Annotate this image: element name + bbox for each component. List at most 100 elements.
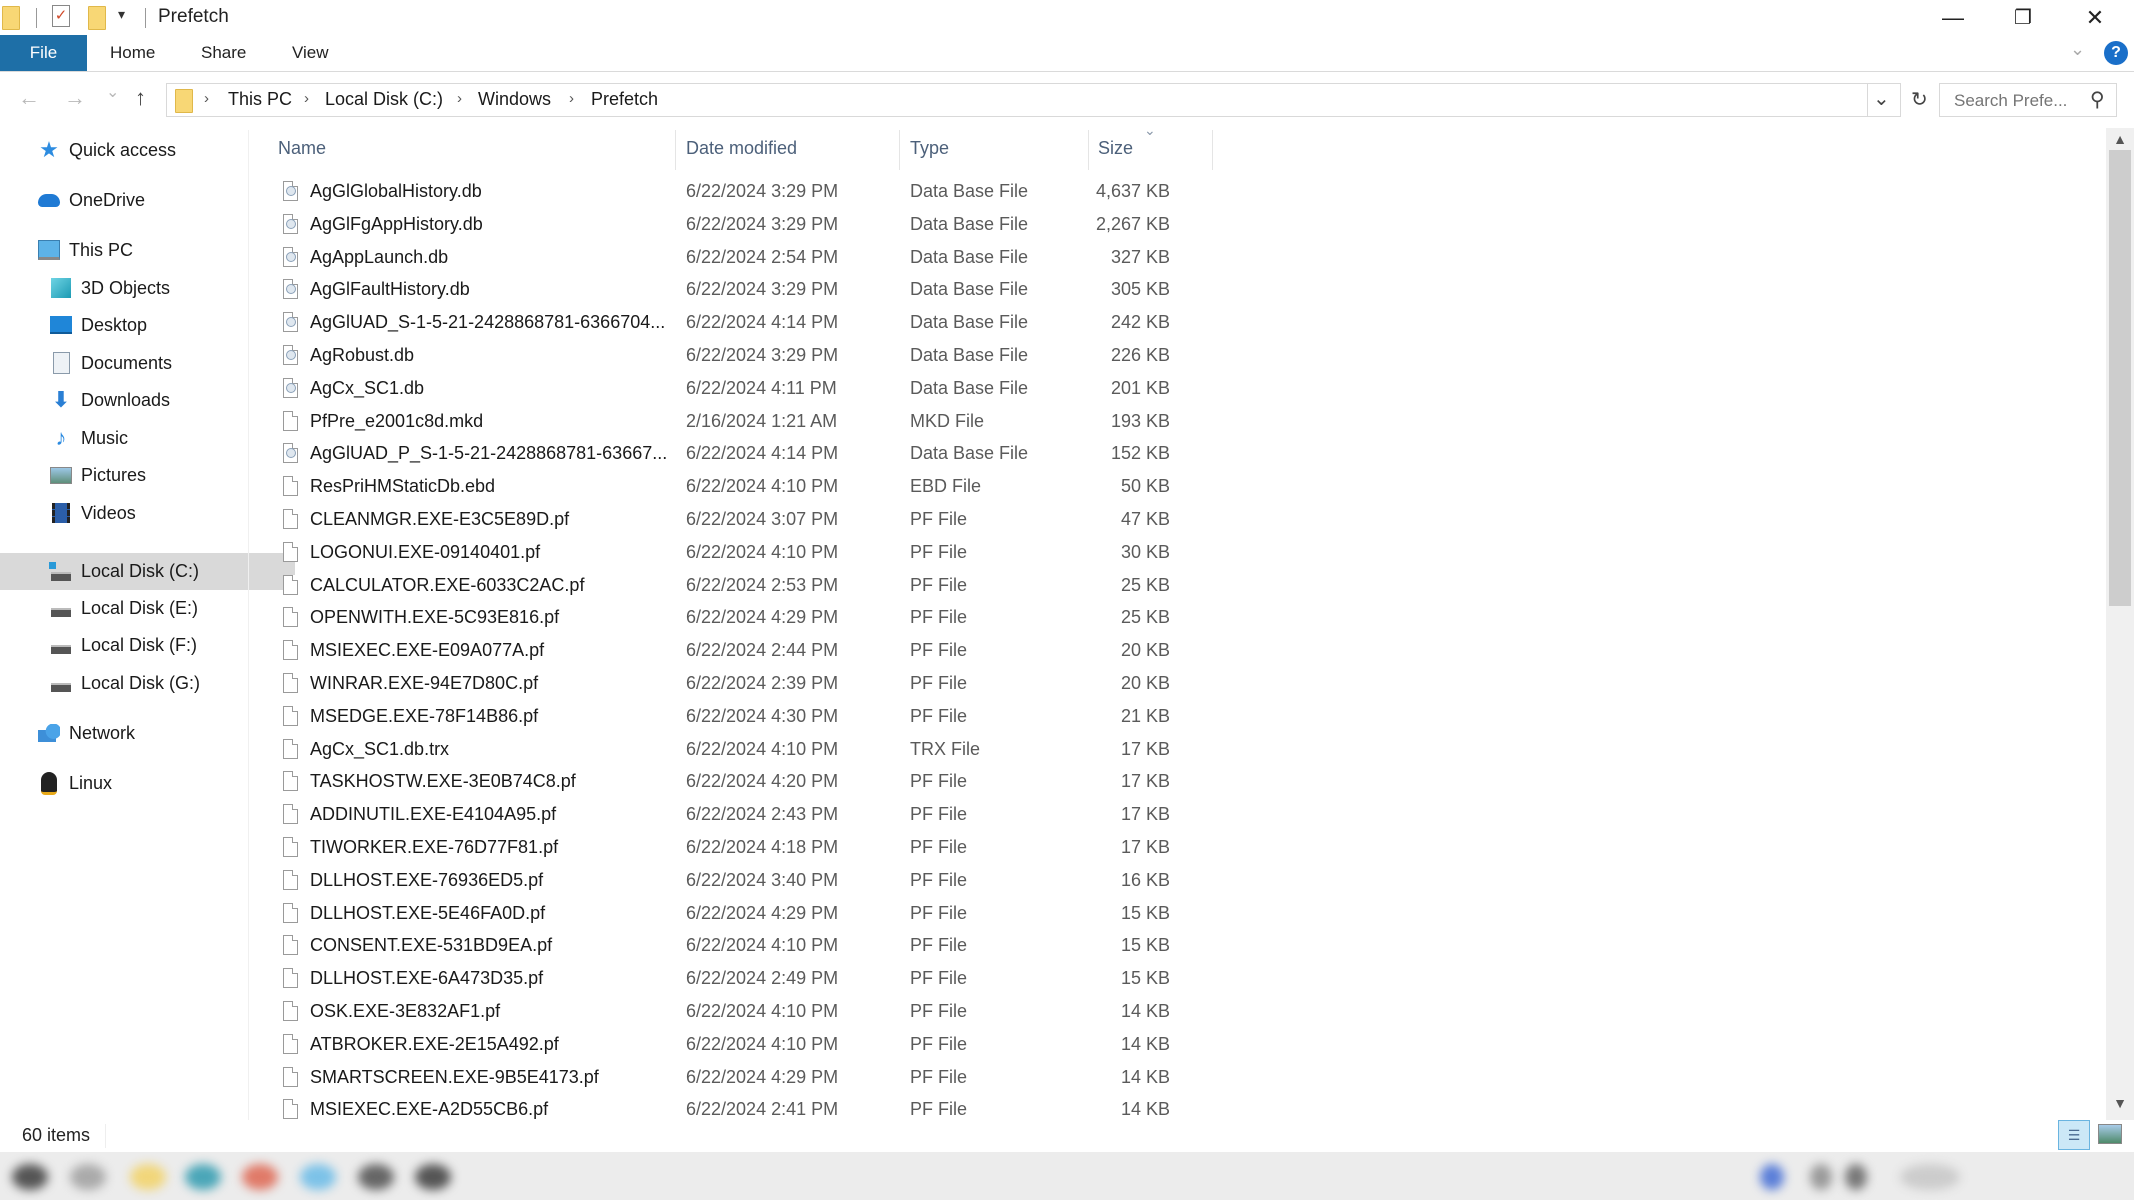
sidebar-item-3d-objects[interactable]: 3D Objects [0, 270, 295, 306]
breadcrumb-separator[interactable]: › [457, 90, 462, 107]
breadcrumb-local-disk-c[interactable]: Local Disk (C:) [325, 89, 443, 110]
search-input[interactable] [1940, 84, 2096, 118]
file-row[interactable]: PfPre_e2001c8d.mkd 2/16/2024 1:21 AM MKD F… [270, 406, 1210, 439]
tray-icon[interactable] [1845, 1164, 1867, 1190]
taskbar-icon[interactable] [242, 1164, 278, 1190]
file-row[interactable]: AgRobust.db 6/22/2024 3:29 PM Data Base Fi… [270, 340, 1210, 373]
properties-checkmark-icon[interactable]: ✓ [52, 5, 70, 27]
taskbar-icon[interactable] [70, 1164, 106, 1190]
sidebar-item-quick-access[interactable]: ★ Quick access [0, 132, 283, 168]
address-dropdown-button[interactable]: ⌄ [1873, 86, 1890, 111]
file-row[interactable]: AgGlUAD_S-1-5-21-2428868781-6366704... 6/… [270, 307, 1210, 340]
file-row[interactable]: AgCx_SC1.db.trx 6/22/2024 4:10 PM TRX File… [270, 734, 1210, 767]
scroll-up-button[interactable]: ▲ [2106, 128, 2134, 150]
sidebar-item-local-disk-f[interactable]: Local Disk (F:) [0, 627, 295, 663]
sidebar-item-pictures[interactable]: Pictures [0, 457, 295, 493]
file-row[interactable]: SMARTSCREEN.EXE-9B5E4173.pf 6/22/2024 4:2… [270, 1062, 1210, 1095]
file-row[interactable]: CLEANMGR.EXE-E3C5E89D.pf 6/22/2024 3:07 P… [270, 504, 1210, 537]
sidebar-item-network[interactable]: Network [0, 715, 283, 751]
breadcrumb-windows[interactable]: Windows [478, 89, 551, 110]
file-row[interactable]: AgGlFgAppHistory.db 6/22/2024 3:29 PM Data… [270, 209, 1210, 242]
file-row[interactable]: AgGlFaultHistory.db 6/22/2024 3:29 PM Data… [270, 274, 1210, 307]
file-row[interactable]: AgGlGlobalHistory.db 6/22/2024 3:29 PM Dat… [270, 176, 1210, 209]
breadcrumb-this-pc[interactable]: This PC [228, 89, 292, 110]
file-row[interactable]: DLLHOST.EXE-5E46FA0D.pf 6/22/2024 4:29 PM… [270, 898, 1210, 931]
customize-quick-access-icon[interactable]: ▾ [118, 6, 125, 23]
search-icon[interactable]: ⚲ [2090, 87, 2105, 112]
tab-view[interactable]: View [292, 35, 329, 71]
breadcrumb-separator[interactable]: › [304, 90, 309, 107]
help-button[interactable]: ? [2104, 41, 2128, 65]
sidebar-item-local-disk-e[interactable]: Local Disk (E:) [0, 590, 295, 626]
tray-icon[interactable] [1760, 1164, 1784, 1190]
column-divider[interactable] [899, 130, 900, 170]
file-row[interactable]: MSIEXEC.EXE-E09A077A.pf 6/22/2024 2:44 PM… [270, 635, 1210, 668]
scroll-down-button[interactable]: ▼ [2106, 1092, 2134, 1114]
column-header-type[interactable]: Type [910, 130, 949, 166]
tray-icon[interactable] [1810, 1164, 1832, 1190]
file-row[interactable]: AgCx_SC1.db 6/22/2024 4:11 PM Data Base Fi… [270, 373, 1210, 406]
file-row[interactable]: CONSENT.EXE-531BD9EA.pf 6/22/2024 4:10 PM… [270, 930, 1210, 963]
column-divider[interactable] [1088, 130, 1089, 170]
file-row[interactable]: TIWORKER.EXE-76D77F81.pf 6/22/2024 4:18 P… [270, 832, 1210, 865]
recent-locations-button[interactable]: ⌄ [106, 82, 119, 102]
restore-button[interactable]: ❐ [1988, 0, 2058, 35]
column-divider[interactable] [675, 130, 676, 170]
minimize-button[interactable]: — [1918, 0, 1988, 35]
taskbar-icon[interactable] [130, 1164, 166, 1190]
file-row[interactable]: AgAppLaunch.db 6/22/2024 2:54 PM Data Base… [270, 242, 1210, 275]
taskbar-icon[interactable] [415, 1164, 451, 1190]
search-box[interactable]: ⚲ [1939, 83, 2117, 118]
taskbar-icon[interactable] [300, 1164, 336, 1190]
sidebar-item-videos[interactable]: Videos [0, 495, 295, 531]
clock[interactable] [1900, 1164, 1960, 1190]
breadcrumb-prefetch[interactable]: Prefetch [591, 89, 658, 110]
file-row[interactable]: AgGlUAD_P_S-1-5-21-2428868781-63667... 6/… [270, 438, 1210, 471]
up-button[interactable]: ↑ [135, 85, 146, 111]
column-header-name[interactable]: Name [278, 130, 326, 166]
column-header-date-modified[interactable]: Date modified [686, 130, 797, 166]
column-header-size[interactable]: Size [1098, 130, 1133, 166]
details-view-button[interactable]: ☰ [2058, 1120, 2090, 1150]
file-row[interactable]: MSIEXEC.EXE-A2D55CB6.pf 6/22/2024 2:41 PM… [270, 1094, 1210, 1120]
sidebar-item-onedrive[interactable]: OneDrive [0, 182, 283, 218]
column-divider[interactable] [1212, 130, 1213, 170]
sidebar-item-documents[interactable]: Documents [0, 345, 295, 381]
sidebar-item-this-pc[interactable]: This PC [0, 232, 283, 268]
file-row[interactable]: LOGONUI.EXE-09140401.pf 6/22/2024 4:10 PM… [270, 537, 1210, 570]
back-button[interactable]: ← [18, 85, 40, 111]
sidebar-item-downloads[interactable]: ⬇ Downloads [0, 382, 295, 418]
tab-home[interactable]: Home [110, 35, 155, 71]
expand-ribbon-button[interactable]: ⌄ [2070, 39, 2085, 60]
taskbar-icon[interactable] [185, 1164, 221, 1190]
file-row[interactable]: DLLHOST.EXE-6A473D35.pf 6/22/2024 2:49 PM… [270, 963, 1210, 996]
file-row[interactable]: TASKHOSTW.EXE-3E0B74C8.pf 6/22/2024 4:20 … [270, 766, 1210, 799]
sidebar-item-linux[interactable]: Linux [0, 765, 283, 801]
folder-icon[interactable] [2, 6, 20, 30]
large-icons-view-button[interactable] [2098, 1124, 2122, 1144]
file-row[interactable]: OPENWITH.EXE-5C93E816.pf 6/22/2024 4:29 P… [270, 602, 1210, 635]
tab-file[interactable]: File [0, 35, 87, 71]
sidebar-item-music[interactable]: ♪ Music [0, 420, 295, 456]
address-bar[interactable]: › This PC › Local Disk (C:) › Windows › … [166, 83, 1928, 117]
file-row[interactable]: CALCULATOR.EXE-6033C2AC.pf 6/22/2024 2:53… [270, 570, 1210, 603]
breadcrumb-separator[interactable]: › [204, 90, 209, 107]
new-folder-icon[interactable] [88, 6, 106, 30]
file-row[interactable]: DLLHOST.EXE-76936ED5.pf 6/22/2024 3:40 PM… [270, 865, 1210, 898]
file-row[interactable]: ResPriHMStaticDb.ebd 6/22/2024 4:10 PM EBD… [270, 471, 1210, 504]
pane-divider[interactable] [248, 130, 249, 1120]
forward-button[interactable]: → [64, 85, 86, 111]
file-row[interactable]: MSEDGE.EXE-78F14B86.pf 6/22/2024 4:30 PM P… [270, 701, 1210, 734]
refresh-button[interactable]: ↻ [1911, 87, 1928, 112]
tab-share[interactable]: Share [201, 35, 246, 71]
taskbar-icon[interactable] [358, 1164, 394, 1190]
close-button[interactable]: ✕ [2060, 0, 2130, 35]
sidebar-item-local-disk-g[interactable]: Local Disk (G:) [0, 665, 295, 701]
file-row[interactable]: ADDINUTIL.EXE-E4104A95.pf 6/22/2024 2:43 … [270, 799, 1210, 832]
file-row[interactable]: OSK.EXE-3E832AF1.pf 6/22/2024 4:10 PM PF F… [270, 996, 1210, 1029]
sidebar-item-desktop[interactable]: Desktop [0, 307, 295, 343]
start-icon[interactable] [12, 1164, 48, 1190]
sidebar-item-local-disk-c[interactable]: Local Disk (C:) [0, 553, 295, 590]
file-row[interactable]: WINRAR.EXE-94E7D80C.pf 6/22/2024 2:39 PM P… [270, 668, 1210, 701]
file-row[interactable]: ATBROKER.EXE-2E15A492.pf 6/22/2024 4:10 P… [270, 1029, 1210, 1062]
